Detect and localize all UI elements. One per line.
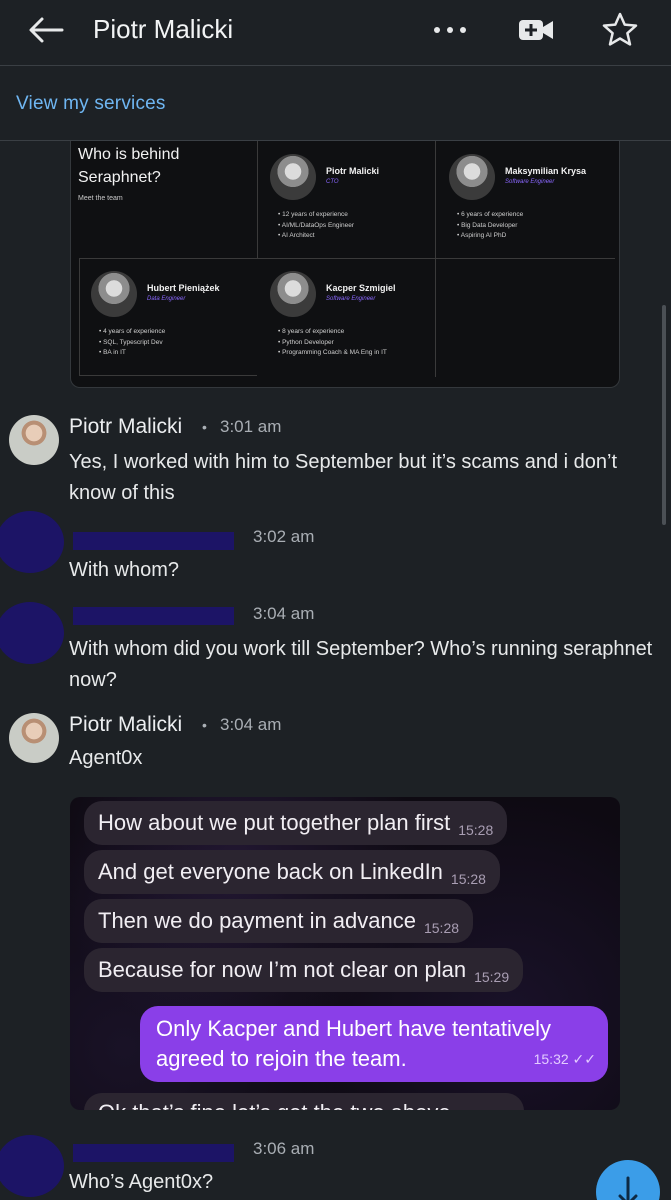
member-role: Software Engineer	[326, 296, 376, 302]
separator-dot: •	[202, 419, 207, 435]
avatar	[449, 154, 495, 200]
incoming-bubble: Because for now I’m not clear on plan 15:…	[84, 948, 524, 992]
member-point: 4 years of experience	[99, 327, 165, 338]
bubble-text: How about we put together plan first	[98, 810, 451, 835]
divider	[79, 258, 80, 376]
bubble-text: Only Kacper and Hubert have tentatively …	[156, 1016, 552, 1071]
member-point: Python Developer	[278, 338, 387, 349]
more-horizontal-icon[interactable]	[430, 18, 470, 42]
bubble-time: 15:28	[423, 920, 460, 936]
bubble-time: 15:28	[450, 871, 486, 887]
chat-screenshot-image[interactable]: How about we put together plan first 15:2…	[70, 797, 620, 1110]
avatar[interactable]	[9, 713, 59, 763]
incoming-bubble: Then we do payment in advance 15:28	[84, 899, 474, 943]
message-text: With whom?	[69, 559, 180, 581]
member-point: AI/ML/DataOps Engineer	[278, 221, 354, 232]
message-text: Agent0x	[69, 747, 143, 769]
divider	[79, 258, 615, 259]
sender-name[interactable]: Piotr Malicki	[69, 713, 182, 737]
member-name: Kacper Szmigiel	[326, 283, 396, 293]
member-point: Big Data Developer	[457, 221, 523, 232]
avatar[interactable]	[9, 415, 59, 465]
member-name: Piotr Malicki	[326, 166, 380, 176]
outgoing-bubble: Only Kacper and Hubert have tentatively …	[140, 1006, 608, 1082]
divider	[79, 375, 257, 376]
scroll-down-button[interactable]	[596, 1160, 660, 1200]
chat-title: Piotr Malicki	[93, 14, 234, 44]
member-role: Data Engineer	[147, 296, 186, 302]
avatar[interactable]	[0, 511, 64, 573]
redacted-sender	[73, 532, 234, 550]
incoming-bubble: How about we put together plan first 15:2…	[84, 801, 508, 845]
member-point: BA in IT	[99, 348, 165, 359]
avatar	[270, 154, 316, 200]
message-time: 3:06 am	[253, 1139, 315, 1158]
message-time: 3:01 am	[220, 417, 282, 436]
message-time: 3:04 am	[220, 715, 282, 734]
scrollbar[interactable]	[662, 305, 666, 525]
message-text: Who’s Agent0x?	[69, 1171, 214, 1193]
avatar	[91, 271, 137, 317]
star-icon[interactable]	[600, 10, 640, 50]
video-add-icon[interactable]	[516, 14, 556, 46]
separator-dot: •	[202, 717, 207, 733]
message-time: 3:04 am	[253, 604, 315, 623]
redacted-sender	[73, 1144, 234, 1162]
member-point: 12 years of experience	[278, 210, 354, 221]
message-time: 3:02 am	[253, 527, 315, 546]
divider	[435, 141, 436, 377]
bubble-text: Because for now I’m not clear on plan	[98, 957, 467, 982]
avatar[interactable]	[0, 1135, 64, 1197]
redacted-sender	[73, 607, 234, 625]
team-card-image[interactable]: Who is behind Seraphnet? Meet the team P…	[70, 141, 620, 388]
incoming-bubble: And get everyone back on LinkedIn 15:28	[84, 850, 500, 894]
bubble-time: 15:28	[458, 822, 494, 838]
message-text: Yes, I worked with him to September but …	[69, 451, 618, 504]
member-point: Programming Coach & MA Eng in IT	[278, 348, 387, 359]
arrow-down-icon	[618, 1176, 638, 1200]
bubble-time: 15:32 ✓✓	[533, 1051, 596, 1067]
member-point: 6 years of experience	[457, 210, 523, 221]
member-point: Aspiring AI PhD	[457, 231, 523, 242]
arrow-left-icon[interactable]	[26, 14, 66, 46]
member-name: Maksymilian Krysa	[505, 166, 587, 176]
member-point: SQL, Typescript Dev	[99, 338, 165, 349]
view-services-link[interactable]: View my services	[16, 93, 166, 115]
member-point: AI Architect	[278, 231, 354, 242]
services-bar: View my services	[0, 67, 671, 141]
chat-header: Piotr Malicki	[0, 0, 671, 66]
bubble-text: Then we do payment in advance	[98, 908, 416, 933]
member-point: 8 years of experience	[278, 327, 387, 338]
avatar[interactable]	[0, 602, 64, 664]
incoming-bubble-cut: Ok that’s fine let’s get the two above	[84, 1093, 524, 1110]
avatar	[270, 271, 316, 317]
bubble-text: And get everyone back on LinkedIn	[98, 859, 443, 884]
member-role: Software Engineer	[505, 179, 555, 185]
team-card-subtitle: Meet the team	[78, 195, 123, 202]
message-text: With whom did you work till September? W…	[69, 638, 653, 691]
member-role: CTO	[326, 179, 339, 185]
divider	[257, 141, 258, 259]
member-name: Hubert Pieniążek	[147, 283, 220, 293]
bubble-time: 15:29	[474, 969, 510, 985]
team-card-title: Who is behind Seraphnet?	[78, 146, 180, 186]
sender-name[interactable]: Piotr Malicki	[69, 415, 182, 439]
